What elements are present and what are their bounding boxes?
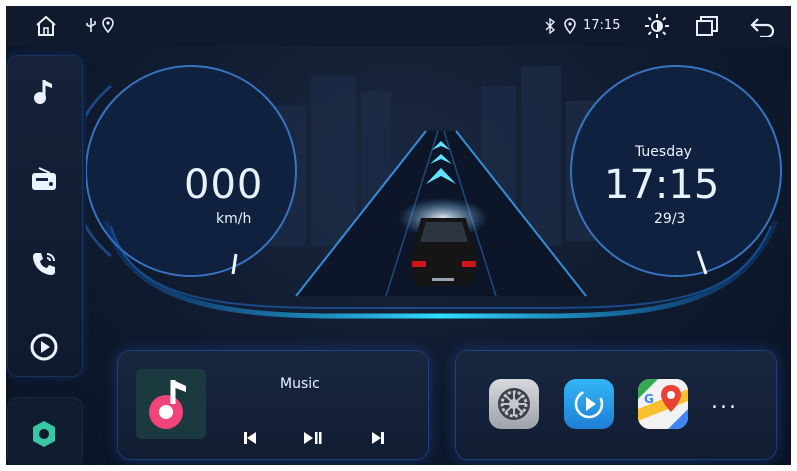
previous-button[interactable]: [238, 426, 262, 450]
next-button[interactable]: [366, 426, 390, 450]
status-bar: 17:15: [6, 6, 791, 46]
apps-card: G ...: [456, 351, 776, 459]
sidebar: [6, 46, 84, 465]
head-unit-screen: 17:15 000 km/h Tuesday 17:15 29/3 Music …: [6, 6, 791, 465]
play-pause-button[interactable]: [301, 426, 325, 450]
device-frame: 17:15 000 km/h Tuesday 17:15 29/3 Music …: [0, 0, 797, 471]
phone-icon: [33, 253, 55, 275]
home-icon[interactable]: [34, 14, 58, 38]
music-note-icon: [149, 380, 186, 429]
sidebar-item-settings[interactable]: [16, 406, 72, 462]
carplay-icon: [30, 333, 58, 361]
clock-date: 29/3: [654, 211, 686, 227]
music-card[interactable]: Music: [118, 351, 428, 459]
next-icon: [372, 432, 384, 444]
bluetooth-icon: [545, 17, 556, 38]
sidebar-item-carplay[interactable]: [16, 319, 72, 375]
gear-icon: [498, 388, 530, 420]
music-title: Music: [280, 376, 320, 392]
settings-hex-icon: [33, 421, 55, 447]
location-icon: [564, 18, 576, 38]
sidebar-item-music[interactable]: [16, 64, 72, 120]
play-pause-icon: [304, 432, 322, 444]
dashboard: 000 km/h Tuesday 17:15 29/3: [86, 46, 791, 346]
sidebar-item-phone[interactable]: [16, 236, 72, 292]
brightness-icon[interactable]: [643, 12, 671, 44]
settings-gear-app[interactable]: [489, 379, 539, 429]
more-apps-button[interactable]: ...: [711, 389, 738, 414]
maps-app[interactable]: G: [638, 379, 688, 429]
browser-icon: [574, 389, 604, 419]
sidebar-item-radio[interactable]: [16, 151, 72, 207]
svg-text:G: G: [644, 392, 654, 406]
location-icon: [102, 17, 114, 37]
status-time: 17:15: [583, 18, 621, 33]
music-icon: [34, 80, 52, 104]
speed-value: 000: [184, 162, 264, 208]
radio-icon: [32, 167, 56, 190]
music-album-art: [136, 369, 206, 439]
maps-icon: G: [638, 379, 688, 429]
previous-icon: [244, 432, 256, 444]
back-icon[interactable]: [750, 17, 776, 41]
speed-unit: km/h: [216, 211, 252, 227]
usb-icon: [85, 17, 97, 37]
recent-apps-icon[interactable]: [696, 16, 718, 40]
browser-app[interactable]: [564, 379, 614, 429]
clock-time: 17:15: [604, 162, 720, 208]
clock-day: Tuesday: [635, 144, 692, 160]
